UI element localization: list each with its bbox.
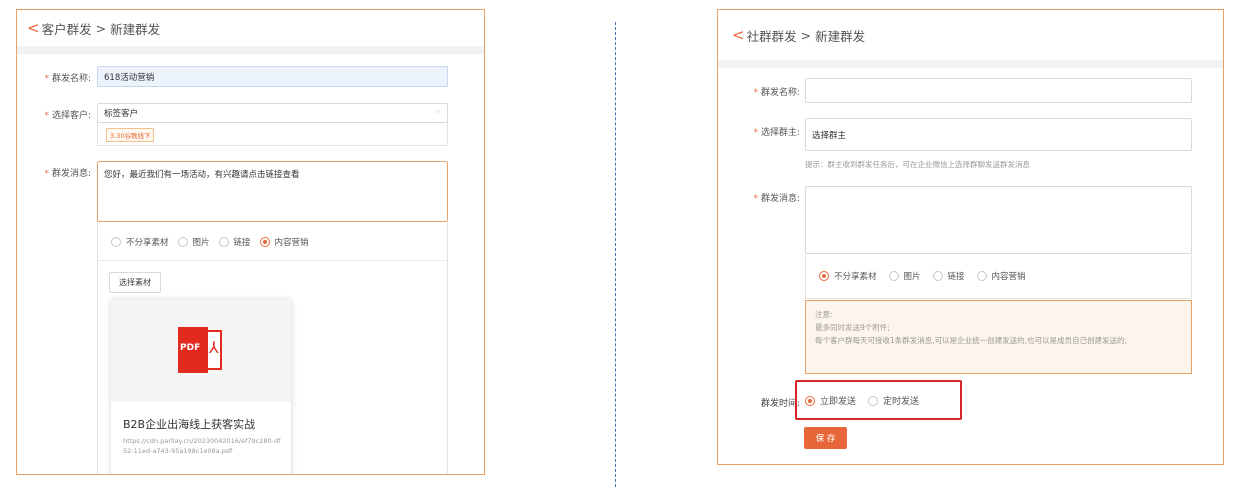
divider	[97, 260, 448, 261]
send-time-label: 群发时间:	[760, 399, 800, 409]
radio-selected-icon	[819, 271, 829, 281]
notice-box: 注意: 最多同时发送9个附件; 每个客户群每天可接收1条群发消息,可以是企业统一…	[805, 300, 1192, 374]
header-divider	[718, 60, 1223, 68]
radio-label: 立即发送	[820, 397, 857, 407]
radio-label: 图片	[192, 238, 210, 248]
radio-label: 图片	[903, 272, 921, 282]
group-name-input[interactable]: 618活动营销	[97, 66, 448, 87]
radio-no-material[interactable]: 不分享素材	[819, 270, 877, 282]
radio-label: 不分享素材	[834, 272, 877, 282]
owner-select[interactable]: 选择群主	[805, 118, 1192, 151]
required-mark: *	[44, 111, 49, 121]
breadcrumb-current: 新建群发	[815, 28, 866, 44]
field-label: * 群发消息:	[718, 191, 800, 204]
customer-select[interactable]: 标签客户 ⌵	[97, 103, 448, 123]
radio-label: 内容营销	[274, 238, 309, 248]
group-message-textarea[interactable]: 您好，最近我们有一场活动，有兴趣请点击链接查看	[97, 161, 448, 222]
notice-title: 注意:	[815, 310, 833, 319]
header-divider	[17, 46, 484, 54]
radio-icon	[218, 237, 229, 247]
group-name-value: 618活动营销	[104, 72, 155, 83]
customer-tag-box: 3.30谷歌线下	[97, 122, 448, 146]
pdf-symbol-icon: ⅄	[209, 338, 219, 357]
back-icon[interactable]: <	[27, 20, 40, 36]
group-name-input[interactable]	[805, 78, 1192, 103]
radio-link[interactable]: 链接	[218, 236, 251, 248]
radio-label: 链接	[947, 272, 965, 282]
required-mark: *	[753, 128, 758, 138]
group-message-label: 群发消息:	[51, 169, 91, 179]
notice-line-2: 每个客户群每天可接收1条群发消息,可以是企业统一创建发送的,也可以是成员自己创建…	[815, 336, 1128, 345]
radio-selected-icon	[805, 395, 815, 406]
breadcrumb-separator: >	[800, 27, 812, 43]
required-mark: *	[44, 74, 49, 84]
field-label: * 选择客户:	[17, 108, 91, 121]
breadcrumb-current: 新建群发	[110, 21, 161, 37]
radio-image[interactable]: 图片	[888, 270, 921, 282]
chevron-down-icon: ⌵	[434, 106, 441, 116]
breadcrumb-separator: >	[95, 20, 107, 36]
pdf-file-icon: PDF ⅄	[178, 327, 225, 373]
field-label: * 群发名称:	[17, 71, 91, 84]
breadcrumb: < 客户群发 > 新建群发	[17, 10, 484, 46]
material-title: B2B企业出海线上获客实战	[123, 418, 256, 431]
radio-label: 内容营销	[991, 272, 1026, 282]
group-message-textarea[interactable]	[805, 186, 1192, 254]
owner-select-value: 选择群主	[812, 130, 847, 141]
choose-material-button[interactable]: 选择素材	[109, 272, 161, 293]
required-mark: *	[44, 169, 49, 179]
radio-icon	[888, 271, 899, 281]
radio-icon	[976, 271, 987, 281]
radio-scheduled-send[interactable]: 定时发送	[868, 394, 919, 407]
breadcrumb-parent[interactable]: 社群群发	[747, 26, 797, 45]
group-name-label: 群发名称:	[51, 74, 91, 84]
radio-icon	[932, 271, 943, 281]
radio-no-material[interactable]: 不分享素材	[111, 236, 169, 248]
required-mark: *	[753, 194, 758, 204]
save-button[interactable]: 保 存	[804, 427, 847, 449]
customer-select-value: 标签客户	[104, 109, 139, 119]
radio-content-marketing[interactable]: 内容营销	[259, 236, 309, 248]
radio-send-now[interactable]: 立即发送	[805, 394, 856, 407]
radio-icon	[868, 395, 879, 406]
radio-icon	[177, 237, 188, 247]
notice-line-1: 最多同时发送9个附件;	[815, 323, 890, 332]
breadcrumb: < 社群群发 > 新建群发	[718, 10, 1223, 60]
attachment-type-radio-group: 不分享素材 图片 链接 内容营销	[819, 270, 1035, 282]
material-preview: PDF ⅄	[111, 300, 291, 402]
group-name-label: 群发名称:	[760, 88, 800, 98]
required-mark: *	[753, 88, 758, 98]
material-card[interactable]: PDF ⅄ B2B企业出海线上获客实战 https://cdn.parllay.…	[111, 300, 291, 474]
send-time-radio-group: 立即发送 定时发送	[805, 394, 928, 407]
group-message-value: 您好，最近我们有一场活动，有兴趣请点击链接查看	[104, 170, 300, 180]
back-icon[interactable]: <	[732, 27, 745, 43]
radio-link[interactable]: 链接	[932, 270, 965, 282]
owner-hint: 提示：群主收到群发任务后，可在企业微信上选择群聊发送群发消息	[805, 160, 1030, 169]
radio-label: 链接	[233, 238, 251, 248]
field-label: * 选择群主:	[718, 125, 800, 138]
radio-label: 不分享素材	[126, 238, 169, 248]
radio-label: 定时发送	[883, 397, 920, 407]
select-owner-label: 选择群主:	[760, 128, 800, 138]
radio-image[interactable]: 图片	[177, 236, 210, 248]
select-customer-label: 选择客户:	[51, 111, 91, 121]
group-message-label: 群发消息:	[760, 194, 800, 204]
left-panel: < 客户群发 > 新建群发 * 群发名称: 618活动营销 * 选择客户: 标签客户…	[16, 9, 485, 475]
field-label: * 群发名称:	[718, 85, 800, 98]
radio-icon	[111, 237, 121, 247]
breadcrumb-parent[interactable]: 客户群发	[42, 19, 92, 38]
material-url: https://cdn.parllay.cn/20230042016/ef79c…	[123, 437, 281, 455]
right-panel: < 社群群发 > 新建群发 * 群发名称: * 选择群主: 选择群主 提示：群主收到…	[717, 9, 1224, 465]
radio-content-marketing[interactable]: 内容营销	[976, 270, 1026, 282]
radio-selected-icon	[259, 237, 270, 247]
customer-tag[interactable]: 3.30谷歌线下	[106, 128, 155, 142]
dashed-divider	[615, 22, 616, 487]
field-label: * 群发消息:	[17, 166, 91, 179]
attachment-type-radio-group: 不分享素材 图片 链接 内容营销	[111, 236, 318, 248]
pdf-icon-text: PDF	[180, 343, 201, 353]
